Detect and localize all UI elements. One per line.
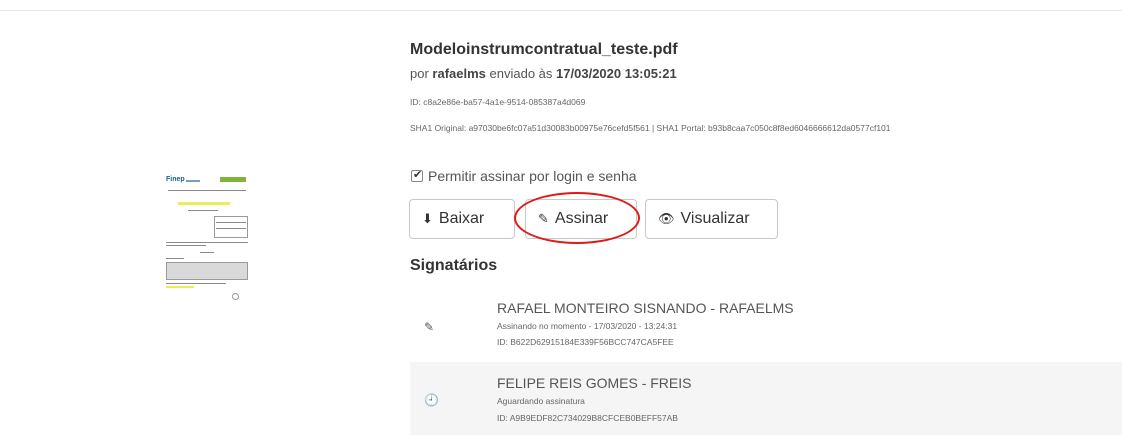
signer-row: ✎ RAFAEL MONTEIRO SISNANDO - RAFAELMS As… bbox=[410, 290, 1122, 362]
uploader-name: rafaelms bbox=[432, 66, 486, 81]
thumbnail-block bbox=[166, 262, 248, 280]
download-icon: ⬇ bbox=[422, 211, 433, 227]
thumbnail-line bbox=[166, 283, 226, 284]
thumbnail-line bbox=[166, 242, 248, 243]
document-meta: por rafaelms enviado às 17/03/2020 13:05… bbox=[410, 66, 677, 81]
sent-prefix: enviado às bbox=[489, 66, 553, 81]
sign-button[interactable]: ✎ Assinar bbox=[525, 199, 637, 239]
allow-login-label[interactable]: Permitir assinar por login e senha bbox=[428, 168, 637, 184]
download-button[interactable]: ⬇ Baixar bbox=[409, 199, 515, 239]
thumbnail-line bbox=[166, 245, 206, 246]
eye-icon: 👁 bbox=[658, 211, 675, 227]
allow-login-checkbox[interactable] bbox=[411, 168, 423, 182]
thumbnail-highlight bbox=[178, 202, 230, 205]
top-divider bbox=[0, 10, 1122, 11]
thumbnail-table bbox=[214, 216, 248, 238]
document-id: ID: c8a2e86e-ba57-4a1e-9514-085387a4d069 bbox=[410, 97, 586, 107]
clock-icon: 🕘 bbox=[424, 393, 439, 407]
signer-status: Assinando no momento - 17/03/2020 - 13:2… bbox=[497, 321, 678, 331]
loading-spinner-icon bbox=[232, 293, 239, 300]
pencil-icon: ✎ bbox=[424, 320, 435, 334]
pencil-icon: ✎ bbox=[538, 211, 549, 227]
signer-id: ID: B622D62915184E339F56BCC747CA5FEE bbox=[497, 337, 674, 347]
signer-name: FELIPE REIS GOMES - FREIS bbox=[497, 375, 692, 391]
document-filename: Modeloinstrumcontratual_teste.pdf bbox=[410, 41, 678, 58]
thumbnail-logo-mark bbox=[186, 180, 200, 182]
view-button[interactable]: 👁 Visualizar bbox=[645, 199, 778, 239]
brasil-logo bbox=[220, 177, 246, 182]
download-button-label: Baixar bbox=[438, 210, 485, 227]
thumbnail-line bbox=[188, 210, 218, 211]
document-thumbnail[interactable]: Finep bbox=[164, 168, 260, 300]
thumbnail-highlight bbox=[166, 286, 194, 288]
thumbnail-line bbox=[216, 222, 246, 223]
view-button-label: Visualizar bbox=[680, 210, 750, 227]
signer-status: Aguardando assinatura bbox=[497, 396, 585, 406]
thumbnail-line bbox=[166, 258, 184, 259]
thumbnail-line bbox=[216, 228, 246, 229]
signer-row: 🕘 FELIPE REIS GOMES - FREIS Aguardando a… bbox=[410, 362, 1122, 435]
finep-logo: Finep bbox=[166, 176, 185, 183]
signers-title: Signatários bbox=[410, 257, 498, 274]
thumbnail-line bbox=[168, 190, 246, 191]
sign-button-label: Assinar bbox=[554, 210, 609, 227]
signer-id: ID: A9B9EDF82C734029B8CFCEB0BEFF57AB bbox=[497, 413, 678, 423]
thumbnail-line bbox=[200, 252, 214, 253]
allow-login-option: Permitir assinar por login e senha bbox=[411, 168, 637, 184]
sent-datetime: 17/03/2020 13:05:21 bbox=[556, 66, 677, 81]
by-prefix: por bbox=[410, 66, 429, 81]
signer-name: RAFAEL MONTEIRO SISNANDO - RAFAELMS bbox=[497, 300, 794, 316]
document-sha1: SHA1 Original: a97030be6fc07a51d30083b00… bbox=[410, 123, 891, 133]
